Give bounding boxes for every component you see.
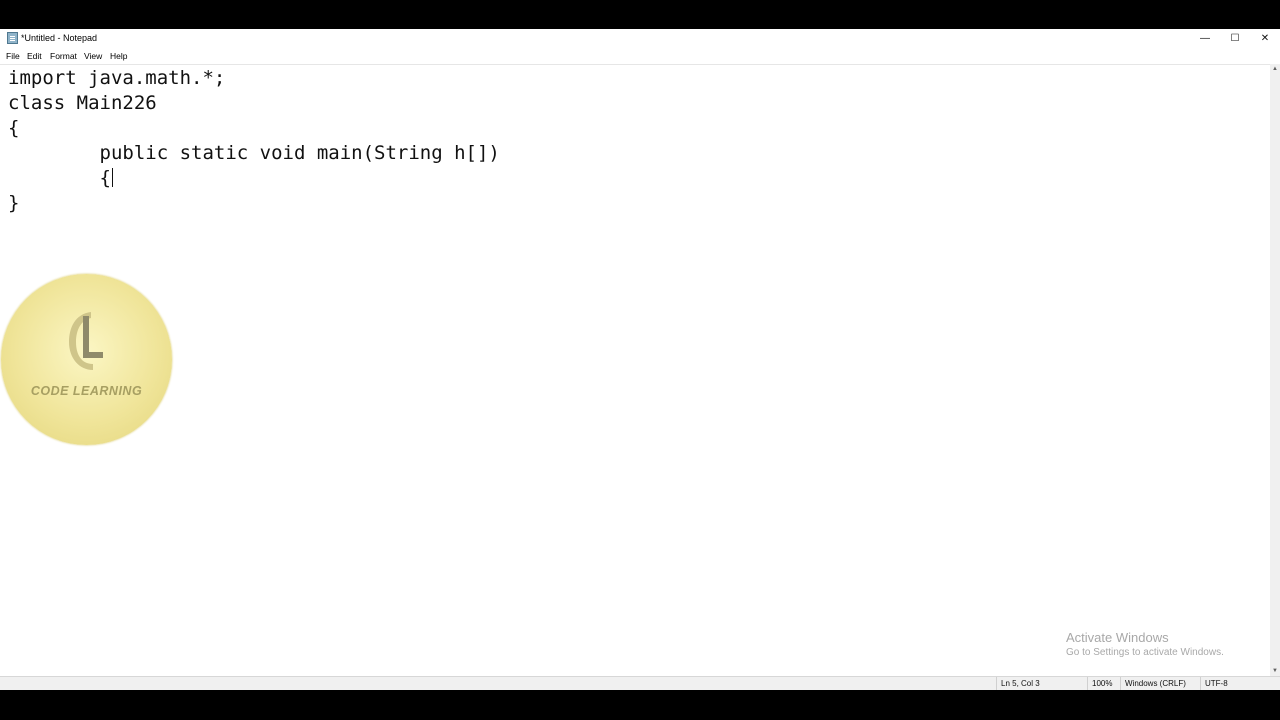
code-line-6: }: [8, 192, 20, 214]
vertical-scrollbar[interactable]: ▲ ▼: [1270, 64, 1280, 676]
code-line-5: {: [8, 166, 113, 191]
activate-windows-notice: Activate Windows Go to Settings to activ…: [1066, 630, 1224, 660]
scroll-up-icon[interactable]: ▲: [1270, 64, 1280, 74]
activate-subtitle: Go to Settings to activate Windows.: [1066, 647, 1224, 658]
scroll-down-icon[interactable]: ▼: [1270, 666, 1280, 676]
text-editor[interactable]: import java.math.*; class Main226 { publ…: [0, 64, 1270, 676]
menu-view[interactable]: View: [84, 50, 102, 62]
text-caret: [111, 168, 113, 187]
notepad-window: *Untitled - Notepad — ☐ ✕ File Edit Form…: [0, 29, 1280, 690]
status-bar: Ln 5, Col 3 100% Windows (CRLF) UTF-8: [0, 676, 1280, 690]
menu-bar: File Edit Format View Help: [0, 48, 1280, 64]
window-title: *Untitled - Notepad: [21, 33, 98, 43]
activate-title: Activate Windows: [1066, 630, 1169, 645]
code-line-3: {: [8, 117, 20, 139]
close-button[interactable]: ✕: [1250, 29, 1280, 48]
status-position: Ln 5, Col 3: [996, 677, 1079, 690]
minimize-button[interactable]: —: [1190, 29, 1220, 48]
code-line-4: public static void main(String h[]): [8, 142, 500, 164]
menu-help[interactable]: Help: [110, 50, 127, 62]
logo-mark-icon: [69, 312, 103, 370]
code-learning-logo: CODE LEARNING: [1, 274, 172, 445]
logo-text: CODE LEARNING: [30, 384, 143, 398]
title-bar[interactable]: *Untitled - Notepad — ☐ ✕: [0, 29, 1280, 48]
notepad-icon: [7, 32, 18, 44]
menu-file[interactable]: File: [6, 50, 20, 62]
code-line-5-text: {: [8, 167, 111, 189]
menu-edit[interactable]: Edit: [27, 50, 42, 62]
status-zoom: 100%: [1087, 677, 1114, 690]
status-encoding: UTF-8: [1200, 677, 1265, 690]
code-line-1: import java.math.*;: [8, 67, 226, 89]
status-line-ending: Windows (CRLF): [1120, 677, 1191, 690]
code-line-2: class Main226: [8, 92, 157, 114]
maximize-button[interactable]: ☐: [1220, 29, 1250, 48]
menu-format[interactable]: Format: [50, 50, 77, 62]
